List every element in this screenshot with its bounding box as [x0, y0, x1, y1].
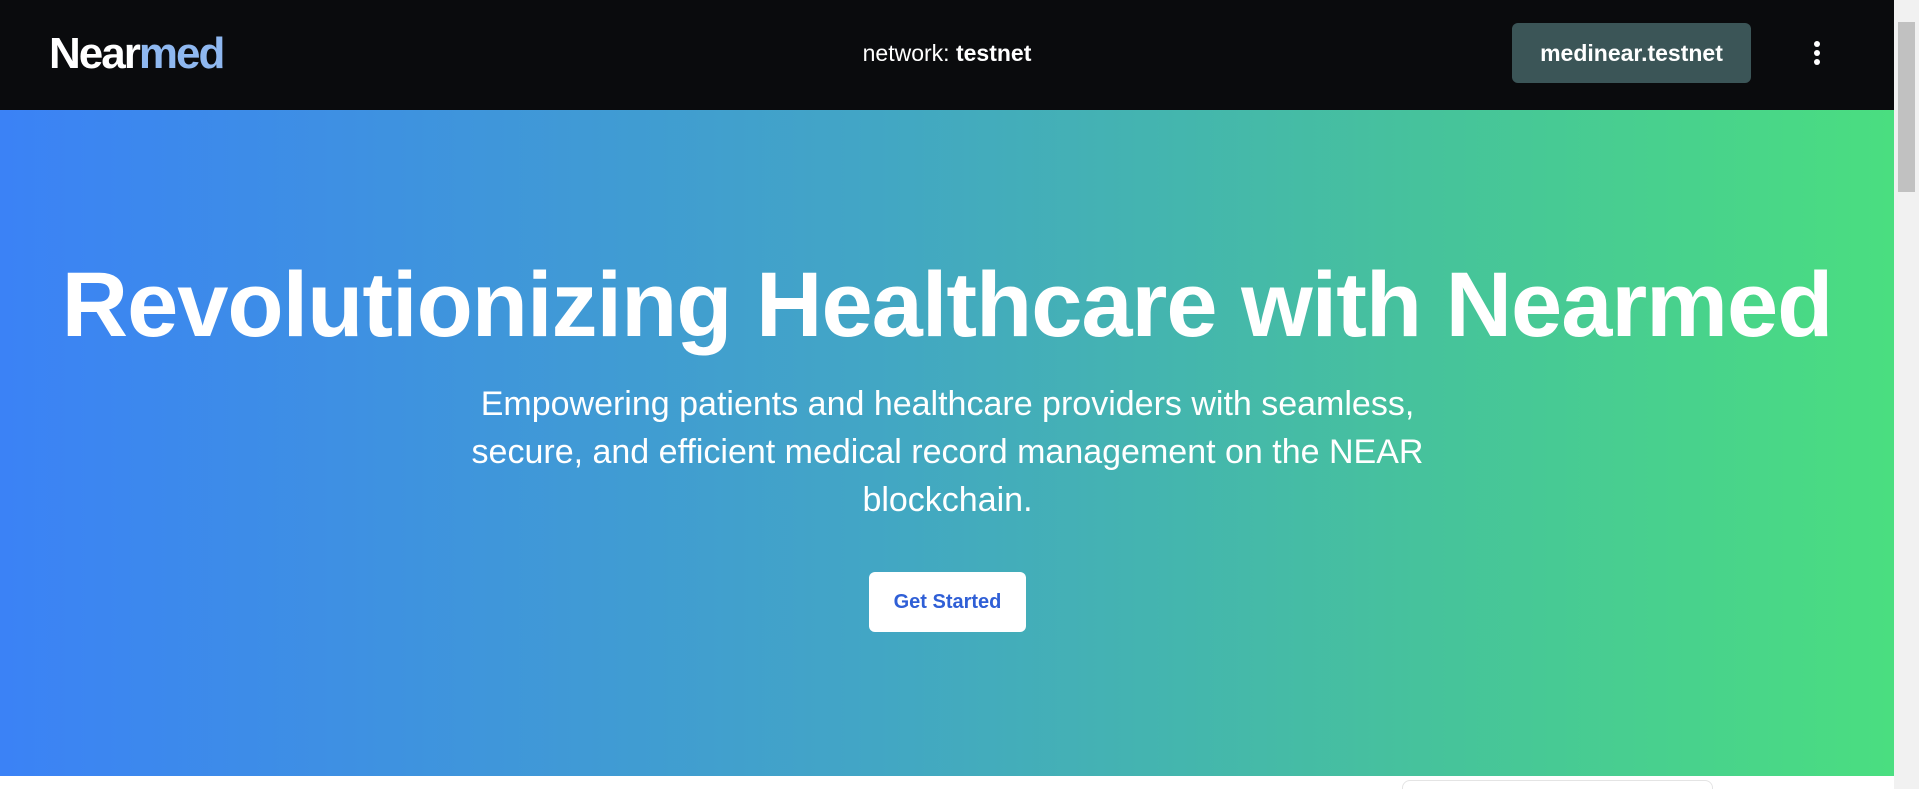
page: Nearmed network: testnet medinear.testne…: [0, 0, 1919, 789]
hero-title: Revolutionizing Healthcare with Nearmed: [61, 254, 1834, 356]
hero-subtitle: Empowering patients and healthcare provi…: [471, 385, 1424, 519]
partial-card: [1402, 780, 1713, 789]
menu-dot: [1814, 50, 1820, 56]
network-value: testnet: [955, 40, 1032, 66]
page-content: Nearmed network: testnet medinear.testne…: [0, 0, 1894, 789]
get-started-button[interactable]: Get Started: [869, 572, 1026, 632]
network-label: network:: [862, 40, 950, 66]
scrollbar-thumb[interactable]: [1898, 22, 1915, 192]
menu-dot: [1814, 41, 1820, 47]
vertical-scrollbar[interactable]: [1894, 0, 1919, 789]
navbar: Nearmed network: testnet medinear.testne…: [0, 0, 1894, 110]
menu-dot: [1814, 59, 1820, 65]
account-button[interactable]: medinear.testnet: [1512, 23, 1751, 83]
hero-section: Revolutionizing Healthcare with Nearmed …: [0, 110, 1894, 776]
more-vertical-icon[interactable]: [1800, 38, 1834, 68]
